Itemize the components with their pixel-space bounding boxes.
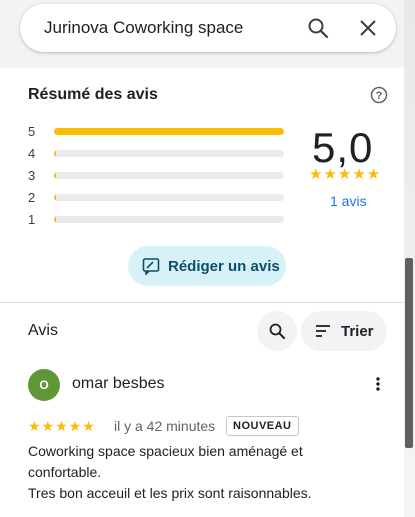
rating-bar-label: 1	[28, 212, 36, 227]
review-stars: ★★★★★	[28, 418, 96, 434]
rating-bar-label: 2	[28, 190, 36, 205]
sort-button[interactable]: Trier	[301, 311, 387, 351]
search-box[interactable]: Jurinova Coworking space	[20, 4, 396, 52]
search-reviews-button[interactable]	[257, 311, 297, 351]
reviews-title: Avis	[28, 322, 58, 339]
review-text-line: Tres bon acceuil et les prix sont raison…	[28, 485, 312, 501]
search-input[interactable]: Jurinova Coworking space	[44, 18, 243, 38]
write-review-icon	[142, 258, 160, 275]
more-vert-icon[interactable]	[370, 376, 386, 392]
new-badge: NOUVEAU	[226, 416, 299, 436]
rating-bar-track	[54, 172, 284, 179]
rating-bar-label: 5	[28, 124, 36, 139]
rating-bar-fill	[54, 172, 56, 179]
rating-bar-track	[54, 216, 284, 223]
rating-bar-track	[54, 128, 284, 135]
search-icon	[269, 323, 285, 339]
rating-bar-fill	[54, 216, 56, 223]
review-count-link[interactable]: 1 avis	[330, 193, 367, 209]
rating-bar-track	[54, 150, 284, 157]
scrollbar[interactable]	[405, 258, 413, 448]
review-text-line: Coworking space spacieux bien aménagé et	[28, 443, 303, 459]
sort-icon	[316, 325, 330, 337]
rating-bar-track	[54, 194, 284, 201]
reviewer-name[interactable]: omar besbes	[72, 375, 165, 393]
average-stars: ★★★★★	[309, 166, 382, 183]
help-circle-icon[interactable]: ?	[370, 86, 388, 104]
rating-bar-fill	[54, 194, 56, 201]
write-review-label: Rédiger un avis	[168, 258, 280, 275]
rating-bar-label: 4	[28, 146, 36, 161]
sort-label: Trier	[341, 323, 374, 340]
avatar[interactable]: O	[28, 369, 60, 401]
rating-bar-fill	[54, 150, 56, 157]
section-divider	[0, 302, 404, 303]
rating-bar-label: 3	[28, 168, 36, 183]
rating-bar-fill	[54, 128, 284, 135]
review-time: il y a 42 minutes	[114, 418, 216, 434]
review-text-line: confortable.	[28, 464, 102, 480]
close-icon[interactable]	[356, 16, 380, 40]
summary-title: Résumé des avis	[28, 86, 158, 103]
svg-text:?: ?	[376, 90, 383, 102]
search-icon[interactable]	[306, 16, 330, 40]
write-review-button[interactable]: Rédiger un avis	[128, 246, 286, 286]
search-header: Jurinova Coworking space	[0, 0, 404, 68]
